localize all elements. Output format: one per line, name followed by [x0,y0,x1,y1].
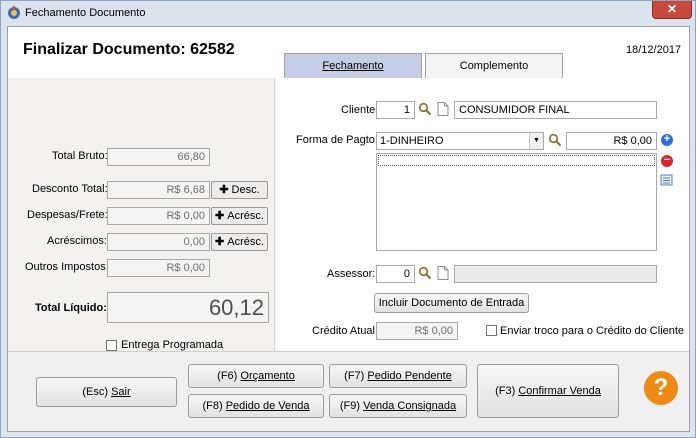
acresc-despesas-button[interactable]: ✚ Acrésc. [211,207,268,225]
help-icon[interactable]: ? [644,371,678,405]
button-key: (F3) [495,385,519,397]
minus-circle-icon[interactable]: − [661,155,673,167]
despesas-field: R$ 0,00 [107,207,210,225]
acrescimos-field: 0,00 [107,233,210,251]
acresc-button[interactable]: ✚ Acrésc. [211,233,268,251]
payment-list[interactable] [376,153,657,251]
app-icon [8,6,20,19]
forma-pagto-label: Forma de Pagto: [296,134,378,146]
total-bruto-label: Total Bruto: [52,150,108,162]
button-key: (F8) [202,400,226,412]
list-focus-row[interactable] [378,155,655,166]
tab-label: Fechamento [322,60,384,72]
sair-button[interactable]: (Esc) Sair [36,377,177,407]
button-label: Sair [111,386,131,398]
total-bruto-field: 66,80 [107,148,210,166]
orcamento-button[interactable]: (F6) Orçamento [188,364,324,388]
page-title: Finalizar Documento: 62582 [23,41,235,58]
dialog-body: Finalizar Documento: 62582 18/12/2017 Fe… [7,26,690,432]
outros-impostos-label: Outros Impostos: [25,261,109,273]
button-label: Orçamento [240,370,295,382]
tab-fechamento[interactable]: Fechamento [284,53,422,78]
tab-complemento[interactable]: Complemento [425,53,563,78]
credito-atual-label: Crédito Atual: [312,325,379,337]
forma-pagto-value: 1-DINHEIRO [380,135,444,147]
chevron-down-icon[interactable]: ▼ [529,133,543,149]
divider [8,351,689,352]
total-liquido-field: 60,12 [107,292,269,323]
totals-panel: Total Bruto: 66,80 Desconto Total: R$ 6,… [8,78,275,351]
pedido-venda-button[interactable]: (F8) Pedido de Venda [188,394,324,418]
confirmar-venda-button[interactable]: (F3) Confirmar Venda [477,364,619,418]
assessor-label: Assessor: [327,268,376,280]
magnifier-icon[interactable] [548,133,562,147]
plus-icon: ✚ [219,184,229,196]
entrega-programada-checkbox[interactable] [106,340,117,351]
entrega-programada-label: Entrega Programada [121,339,224,351]
button-key: (Esc) [82,386,112,398]
incluir-documento-button[interactable]: Incluir Documento de Entrada [374,293,529,313]
button-label: Acrésc. [227,210,264,222]
button-label: Acrésc. [227,236,264,248]
plus-icon: ✚ [215,236,225,248]
document-icon[interactable] [437,102,449,116]
cliente-name-field[interactable]: CONSUMIDOR FINAL [454,101,657,119]
title-bar: Fechamento Documento ✕ [1,1,695,25]
enviar-troco-label: Enviar troco para o Crédito do Cliente [500,325,685,337]
desconto-label: Desconto Total: [32,183,108,195]
assessor-name-field [454,265,657,283]
window: Fechamento Documento ✕ Finalizar Documen… [0,0,696,438]
magnifier-icon[interactable] [418,266,432,280]
desconto-field: R$ 6,68 [107,181,210,199]
button-label: Venda Consignada [363,400,457,412]
document-icon[interactable] [437,266,449,280]
list-edit-icon[interactable] [660,174,674,187]
cliente-code-input[interactable]: 1 [376,101,415,119]
pedido-pendente-button[interactable]: (F7) Pedido Pendente [329,364,467,388]
enviar-troco-checkbox[interactable] [486,325,497,336]
close-button[interactable]: ✕ [652,1,692,19]
desc-button[interactable]: ✚ Desc. [211,181,268,199]
credito-atual-field: R$ 0,00 [376,322,458,340]
total-liquido-label: Total Líquido: [35,302,107,314]
pagto-amount-input[interactable]: R$ 0,00 [566,132,657,150]
despesas-label: Despesas/Frete: [27,209,108,221]
assessor-code-input[interactable]: 0 [376,265,415,283]
window-title: Fechamento Documento [25,7,146,19]
tab-label: Complemento [459,60,529,72]
button-label: Pedido de Venda [225,400,310,412]
button-label: Confirmar Venda [518,385,601,397]
button-label: Pedido Pendente [367,370,452,382]
document-date: 18/12/2017 [626,44,682,56]
button-label: Desc. [231,184,260,196]
header: Finalizar Documento: 62582 18/12/2017 Fe… [8,27,689,78]
outros-impostos-field: R$ 0,00 [107,259,210,277]
button-key: (F6) [217,370,241,382]
button-key: (F7) [344,370,368,382]
plus-circle-icon[interactable]: + [661,134,673,146]
venda-consignada-button[interactable]: (F9) Venda Consignada [329,394,467,418]
button-key: (F9) [339,400,364,412]
plus-icon: ✚ [215,210,225,222]
forma-pagto-select[interactable]: 1-DINHEIRO ▼ [376,132,544,150]
acrescimos-label: Acréscimos: [47,235,107,247]
magnifier-icon[interactable] [418,102,432,116]
cliente-label: Cliente: [341,104,379,116]
